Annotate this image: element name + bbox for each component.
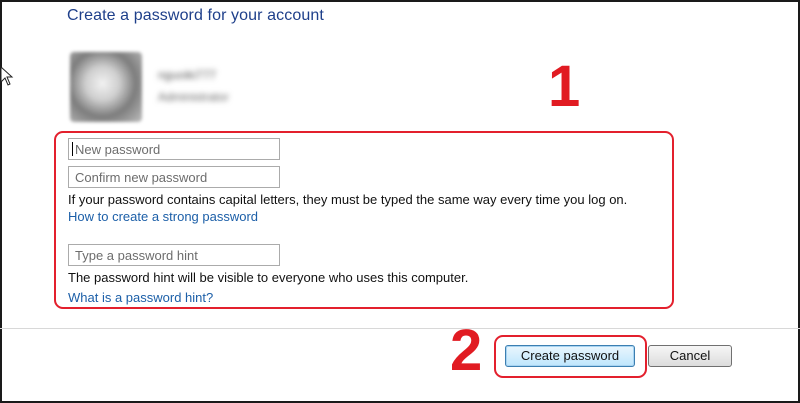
hint-visibility-info: The password hint will be visible to eve…	[68, 270, 469, 285]
annotation-marker-1: 1	[548, 54, 581, 119]
capital-letters-info: If your password contains capital letter…	[68, 192, 628, 207]
account-role: Administrator	[158, 90, 229, 104]
confirm-password-field[interactable]	[68, 166, 280, 188]
page-title: Create a password for your account	[67, 7, 324, 24]
account-name: nguoiki777	[158, 68, 217, 82]
create-password-button[interactable]: Create password	[505, 345, 635, 367]
annotation-marker-2: 2	[450, 318, 483, 383]
user-avatar	[70, 52, 142, 122]
mouse-pointer-icon	[0, 66, 14, 86]
password-hint-help-link[interactable]: What is a password hint?	[68, 290, 213, 305]
footer-divider	[0, 328, 800, 329]
cancel-button[interactable]: Cancel	[648, 345, 732, 367]
text-caret	[72, 142, 73, 156]
strong-password-link[interactable]: How to create a strong password	[68, 209, 258, 224]
password-hint-field[interactable]	[68, 244, 280, 266]
new-password-field[interactable]	[68, 138, 280, 160]
